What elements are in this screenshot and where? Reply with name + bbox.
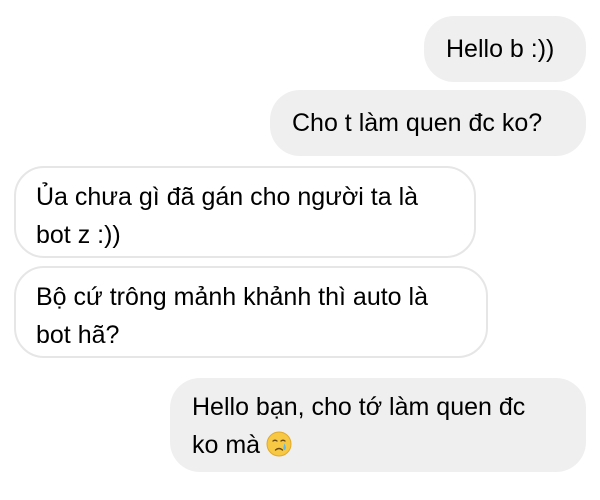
message-text: Cho t làm quen đc ko?	[292, 109, 543, 137]
message-incoming-2[interactable]: Bộ cứ trông mảnh khảnh thì auto là bot h…	[14, 266, 488, 358]
crying-face-icon	[266, 431, 292, 457]
message-text-line-1: Ủa chưa gì đã gán cho người ta là	[36, 183, 419, 211]
message-outgoing-1[interactable]: Hello b :))	[424, 16, 586, 82]
message-text-line-2: bot hã?	[36, 321, 120, 349]
message-text-line-2: ko mà	[192, 431, 261, 459]
message-outgoing-3[interactable]: Hello bạn, cho tớ làm quen đc ko mà	[170, 378, 586, 472]
message-text-line-2-wrap: ko mà	[192, 426, 564, 464]
chat-screen: { "messages": [ {"sender": "me", "lines"…	[0, 0, 600, 500]
message-text-line-1: Bộ cứ trông mảnh khảnh thì auto là	[36, 283, 428, 311]
message-text-line-2: bot z :))	[36, 221, 121, 249]
message-outgoing-2[interactable]: Cho t làm quen đc ko?	[270, 90, 586, 156]
message-text: Hello b :))	[446, 35, 555, 63]
message-text-line-1: Hello bạn, cho tớ làm quen đc	[192, 393, 526, 421]
message-incoming-1[interactable]: Ủa chưa gì đã gán cho người ta là bot z …	[14, 166, 476, 258]
